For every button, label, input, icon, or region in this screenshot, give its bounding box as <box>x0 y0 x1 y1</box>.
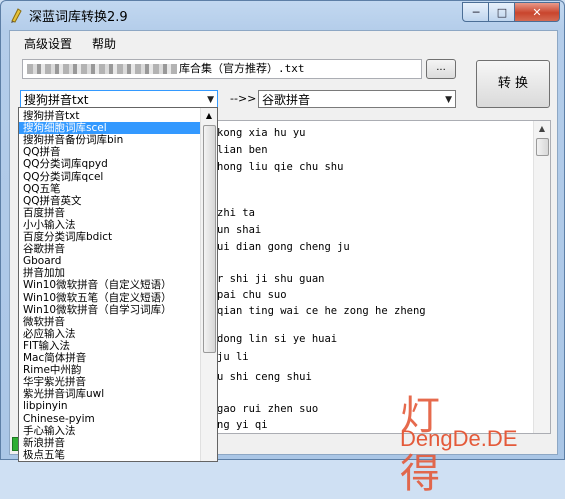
scroll-up-icon[interactable]: ▲ <box>534 121 550 137</box>
dropdown-option[interactable]: 微软拼音 <box>19 316 203 328</box>
dropdown-option[interactable]: 手心输入法 <box>19 425 203 437</box>
source-format-select[interactable]: 搜狗拼音txt ▼ <box>20 90 218 108</box>
app-icon <box>11 8 22 23</box>
preview-line: dong lin si ye huai <box>217 333 338 345</box>
dropdown-option[interactable]: 谷歌拼音 <box>19 243 203 255</box>
maximize-button[interactable]: □ <box>488 2 516 22</box>
preview-line: r shi ji shu guan <box>217 273 325 285</box>
dropdown-option[interactable]: Mac简体拼音 <box>19 352 203 364</box>
title-bar[interactable]: 深蓝词库转换2.9 ─ □ ✕ <box>1 1 564 29</box>
dropdown-option[interactable]: 小小输入法 <box>19 219 203 231</box>
preview-line: ng yi qi <box>217 419 268 431</box>
dropdown-option[interactable]: Win10微软拼音（自定义短语） <box>19 279 203 291</box>
dropdown-option[interactable]: 极点五笔 <box>19 449 203 461</box>
dropdown-option[interactable]: 新浪拼音 <box>19 437 203 449</box>
preview-line: ui dian gong cheng ju <box>217 241 350 253</box>
dropdown-option[interactable]: 必应输入法 <box>19 328 203 340</box>
direction-arrow: -->> <box>230 92 257 105</box>
source-format-dropdown-list: 搜狗拼音txt 搜狗细胞词库scel 搜狗拼音备份词库bin QQ拼音 QQ分类词库qp… <box>18 107 218 462</box>
dropdown-option[interactable]: 华宇紫光拼音 <box>19 376 203 388</box>
dropdown-option[interactable]: libpinyin <box>19 400 203 412</box>
preview-line: gao rui zhen suo <box>217 403 319 415</box>
dropdown-option[interactable]: 搜狗拼音txt <box>19 110 203 122</box>
preview-line: pai chu suo <box>217 289 287 301</box>
preview-line: un shai <box>217 224 262 236</box>
minimize-button[interactable]: ─ <box>462 2 490 22</box>
file-path-text: 库合集（官方推荐）.txt <box>179 62 305 75</box>
watermark-text: DengDe.DE <box>400 426 518 451</box>
menu-help[interactable]: 帮助 <box>92 35 116 52</box>
dropdown-option[interactable]: Win10微软五笔（自定义短语） <box>19 292 203 304</box>
dropdown-option[interactable]: 搜狗拼音备份词库bin <box>19 134 203 146</box>
source-format-value: 搜狗拼音txt <box>24 93 89 107</box>
chevron-down-icon: ▼ <box>445 95 452 105</box>
close-button[interactable]: ✕ <box>514 2 560 22</box>
dropdown-option[interactable]: 紫光拼音词库uwl <box>19 388 203 400</box>
menu-advanced-settings[interactable]: 高级设置 <box>24 35 72 52</box>
file-path-input[interactable]: 库合集（官方推荐）.txt <box>22 59 422 79</box>
dropdown-option[interactable]: 拼音加加 <box>19 267 203 279</box>
dropdown-option[interactable]: Chinese-pyim <box>19 413 203 425</box>
dropdown-option[interactable]: 百度分类词库bdict <box>19 231 203 243</box>
preview-line: u shi ceng shui <box>217 371 312 383</box>
window-title: 深蓝词库转换2.9 <box>29 10 128 25</box>
preview-line: lian ben <box>217 144 268 156</box>
preview-line: hong liu qie chu shu <box>217 161 344 173</box>
dropdown-option[interactable]: 搜狗细胞词库scel <box>19 122 203 135</box>
menu-bar: 高级设置 帮助 <box>10 31 557 53</box>
preview-line: qian ting wai ce he zong he zheng <box>217 305 426 317</box>
dropdown-option[interactable]: QQ分类词库qcel <box>19 171 203 183</box>
redacted-path <box>27 64 177 74</box>
dropdown-option[interactable]: QQ五笔 <box>19 183 203 195</box>
dropdown-option[interactable]: Win10微软拼音（自学习词库） <box>19 304 203 316</box>
browse-button[interactable]: ... <box>426 59 456 79</box>
preview-line: zhi ta <box>217 207 255 219</box>
preview-line: ju li <box>217 351 249 363</box>
dropdown-option[interactable]: Gboard <box>19 255 203 267</box>
dropdown-option[interactable]: FIT输入法 <box>19 340 203 352</box>
target-format-value: 谷歌拼音 <box>262 93 311 107</box>
dropdown-option[interactable]: Rime中州韵 <box>19 364 203 376</box>
scroll-up-icon[interactable]: ▲ <box>201 108 217 124</box>
dropdown-option[interactable]: QQ拼音英文 <box>19 195 203 207</box>
scroll-thumb[interactable] <box>536 138 549 156</box>
dropdown-option[interactable]: QQ分类词库qpyd <box>19 158 203 170</box>
dropdown-option[interactable]: 百度拼音 <box>19 207 203 219</box>
dropdown-scrollbar[interactable]: ▲ <box>200 108 217 461</box>
scroll-thumb[interactable] <box>203 125 216 353</box>
preview-line: kong xia hu yu <box>217 127 306 139</box>
dropdown-option[interactable]: QQ拼音 <box>19 146 203 158</box>
convert-button[interactable]: 转 换 <box>476 60 550 108</box>
target-format-select[interactable]: 谷歌拼音 ▼ <box>258 90 456 108</box>
